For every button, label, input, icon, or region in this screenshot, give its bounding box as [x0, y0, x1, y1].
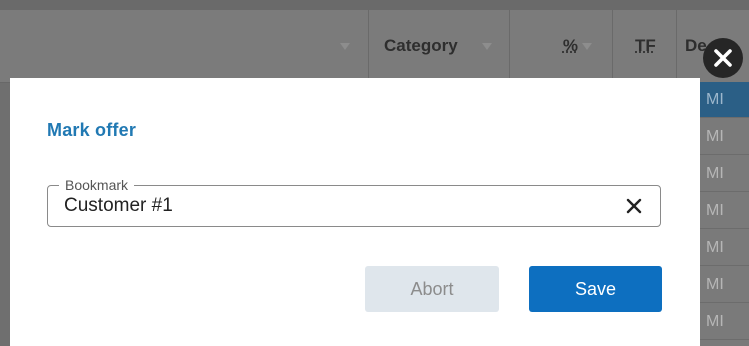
- filter-icon[interactable]: [481, 42, 492, 50]
- save-button[interactable]: Save: [529, 266, 662, 312]
- dialog-title: Mark offer: [47, 120, 137, 140]
- column-label: TF: [635, 36, 656, 55]
- table-cell[interactable]: MI: [700, 193, 749, 229]
- filter-icon[interactable]: [340, 42, 350, 50]
- column-header-tf[interactable]: TF: [612, 10, 676, 82]
- table-cell[interactable]: MI: [700, 82, 749, 118]
- column-header-blank[interactable]: [0, 10, 368, 82]
- table-cell[interactable]: MI: [700, 304, 749, 340]
- top-bar: [0, 0, 749, 10]
- bookmark-input[interactable]: [64, 186, 604, 226]
- column-header-percent[interactable]: %: [509, 10, 612, 82]
- table-cell[interactable]: MI: [700, 267, 749, 303]
- table-right-column: MI MI MI MI MI MI MI: [700, 82, 749, 346]
- table-cell[interactable]: MI: [700, 230, 749, 266]
- abort-button[interactable]: Abort: [365, 266, 499, 312]
- table-cell[interactable]: MI: [700, 156, 749, 192]
- close-icon[interactable]: [703, 38, 743, 78]
- mark-offer-dialog: Mark offer Bookmark Abort Save: [10, 78, 700, 346]
- clear-input-icon[interactable]: [620, 191, 648, 221]
- table-cell[interactable]: MI: [700, 119, 749, 155]
- column-label: %: [562, 36, 578, 55]
- table-header: Category % TF De…: [0, 10, 749, 83]
- column-label: Category: [384, 36, 458, 55]
- column-header-category[interactable]: Category: [368, 10, 509, 82]
- bookmark-field[interactable]: Bookmark: [47, 176, 661, 227]
- app-screen: Category % TF De… MI MI MI MI MI MI MI M…: [0, 0, 749, 346]
- filter-icon[interactable]: [582, 42, 592, 50]
